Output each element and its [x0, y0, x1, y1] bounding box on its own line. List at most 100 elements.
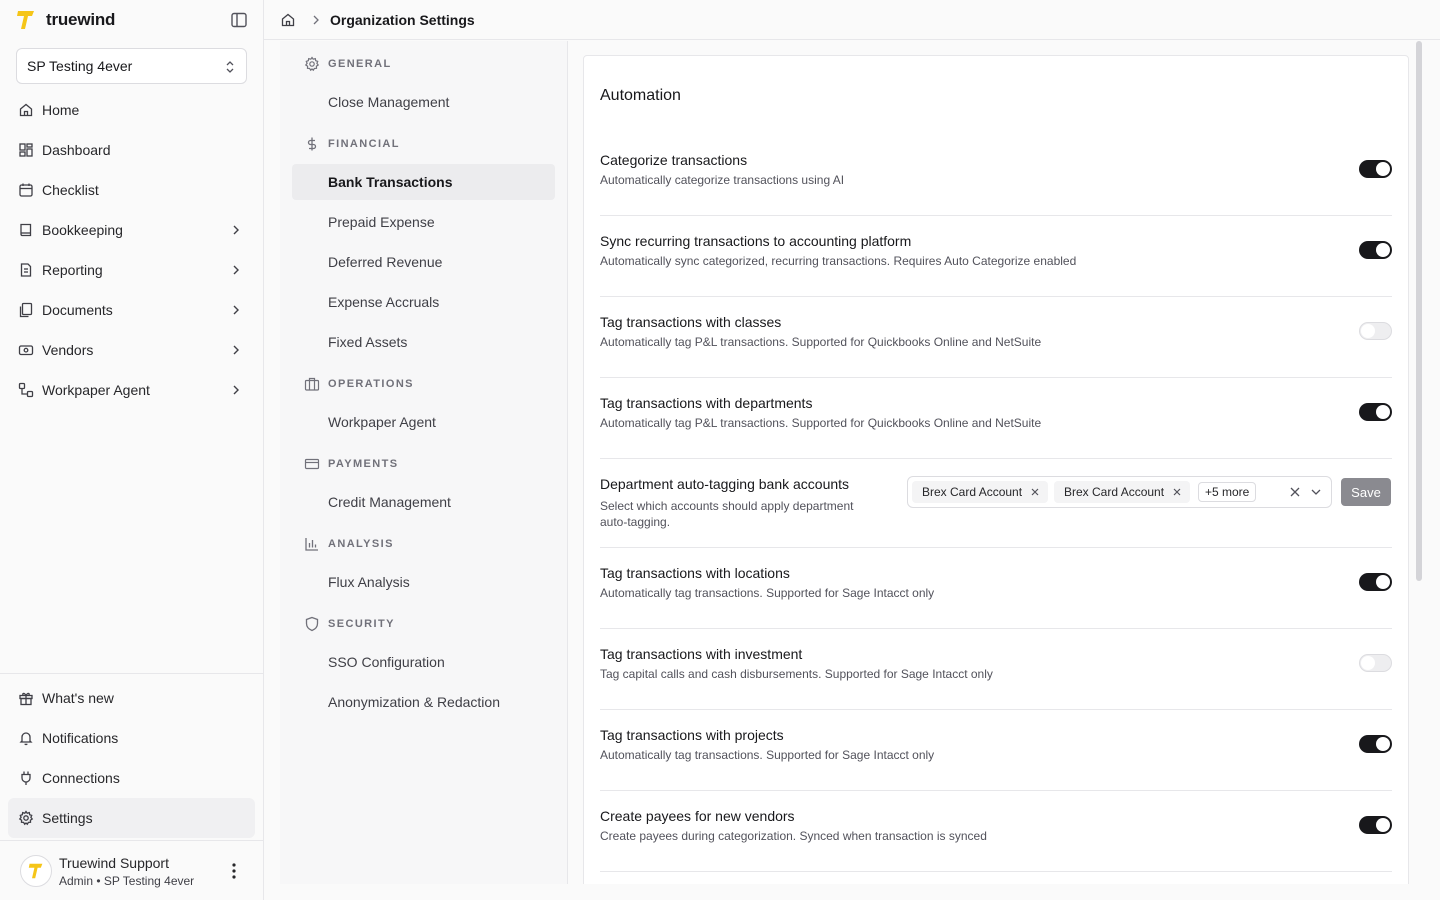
- setting-row: Tag transactions with departments Automa…: [600, 378, 1392, 459]
- chevron-down-icon[interactable]: [1310, 486, 1322, 498]
- sidebar-item-label: Bookkeeping: [42, 222, 123, 238]
- tag-projects-toggle[interactable]: [1359, 735, 1392, 753]
- settings-nav-label: Prepaid Expense: [328, 214, 435, 230]
- bank-accounts-multiselect[interactable]: Brex Card Account Brex Card Account +5 m…: [907, 476, 1332, 508]
- setting-title: Create payees for new vendors: [600, 808, 795, 824]
- setting-description: Automatically tag transactions. Supporte…: [600, 748, 935, 762]
- chevron-right-icon: [233, 305, 239, 315]
- sidebar-item-label: Settings: [42, 810, 93, 826]
- sidebar-item-label: Home: [42, 102, 80, 118]
- sidebar-item-whats-new[interactable]: What's new: [8, 678, 255, 718]
- main-nav: Home Dashboard Checklist Bookkeeping Rep…: [8, 90, 255, 410]
- setting-title: Tag transactions with departments: [600, 395, 813, 411]
- calendar-icon: [19, 183, 33, 197]
- home-icon: [19, 103, 33, 117]
- settings-nav-anonymization-redaction[interactable]: Anonymization & Redaction: [292, 684, 555, 720]
- tag-investment-toggle[interactable]: [1359, 654, 1392, 672]
- chip-label: Brex Card Account: [922, 485, 1023, 499]
- settings-nav-sso-configuration[interactable]: SSO Configuration: [292, 644, 555, 680]
- settings-nav-flux-analysis[interactable]: Flux Analysis: [292, 564, 555, 600]
- close-icon[interactable]: [1030, 487, 1040, 497]
- bell-icon: [19, 732, 33, 746]
- sidebar-item-label: What's new: [42, 690, 114, 706]
- sidebar-item-reporting[interactable]: Reporting: [8, 250, 255, 290]
- more-vertical-icon[interactable]: [226, 861, 242, 881]
- setting-title: Categorize transactions: [600, 152, 748, 168]
- sidebar-item-label: Dashboard: [42, 142, 111, 158]
- settings-nav-label: Fixed Assets: [328, 334, 408, 350]
- settings-nav-label: Deferred Revenue: [328, 254, 443, 270]
- save-button[interactable]: Save: [1341, 478, 1391, 506]
- card-title: Automation: [600, 87, 681, 104]
- settings-nav-close-management[interactable]: Close Management: [292, 84, 555, 120]
- truewind-logo-icon: [17, 11, 34, 29]
- sidebar-item-connections[interactable]: Connections: [8, 758, 255, 798]
- setting-row: Create payees for new vendors Create pay…: [600, 791, 1392, 872]
- dept-accounts-row: Department auto-tagging bank accounts Se…: [600, 459, 1392, 548]
- sidebar-item-home[interactable]: Home: [8, 90, 255, 130]
- settings-nav-bank-transactions[interactable]: Bank Transactions: [292, 164, 555, 200]
- setting-description: Select which accounts should apply depar…: [600, 499, 854, 513]
- section-title: OPERATIONS: [328, 378, 414, 390]
- settings-nav-prepaid-expense[interactable]: Prepaid Expense: [292, 204, 555, 240]
- setting-description: Automatically categorize transactions us…: [600, 173, 845, 187]
- chevron-right-icon: [313, 15, 319, 25]
- documents-icon: [19, 302, 33, 318]
- section-title: PAYMENTS: [328, 458, 399, 470]
- settings-nav: GENERAL Close Management FINANCIAL Bank …: [280, 41, 568, 884]
- setting-title: Tag transactions with locations: [600, 565, 790, 581]
- scrollbar[interactable]: [1416, 41, 1422, 581]
- settings-nav-deferred-revenue[interactable]: Deferred Revenue: [292, 244, 555, 280]
- settings-nav-fixed-assets[interactable]: Fixed Assets: [292, 324, 555, 360]
- home-icon[interactable]: [280, 12, 296, 28]
- chevron-right-icon: [233, 345, 239, 355]
- clear-icon[interactable]: [1290, 487, 1300, 497]
- setting-row: Tag transactions with projects Automatic…: [600, 710, 1392, 791]
- tag-classes-toggle[interactable]: [1359, 322, 1392, 340]
- sidebar-bottom: What's new Notifications Connections Set…: [0, 673, 263, 838]
- user-name: Truewind Support: [59, 855, 169, 871]
- sidebar-item-bookkeeping[interactable]: Bookkeeping: [8, 210, 255, 250]
- close-icon[interactable]: [1172, 487, 1182, 497]
- org-selector[interactable]: SP Testing 4ever: [16, 48, 247, 84]
- section-financial: FINANCIAL: [304, 135, 400, 153]
- sidebar-item-label: Reporting: [42, 262, 103, 278]
- brand[interactable]: truewind: [16, 8, 115, 32]
- sidebar-item-settings[interactable]: Settings: [8, 798, 255, 838]
- setting-row: Tag transactions with locations Automati…: [600, 548, 1392, 629]
- setting-description: Automatically tag transactions. Supporte…: [600, 586, 935, 600]
- setting-description: Automatically tag P&L transactions. Supp…: [600, 335, 1042, 349]
- settings-nav-expense-accruals[interactable]: Expense Accruals: [292, 284, 555, 320]
- sidebar-item-workpaper-agent[interactable]: Workpaper Agent: [8, 370, 255, 410]
- setting-row: Categorize transactions Automatically ca…: [600, 136, 1392, 216]
- tag-departments-toggle[interactable]: [1359, 403, 1392, 421]
- sidebar-item-vendors[interactable]: Vendors: [8, 330, 255, 370]
- report-icon: [20, 263, 32, 277]
- section-general: GENERAL: [304, 55, 392, 73]
- plug-icon: [21, 771, 31, 785]
- sidebar-item-dashboard[interactable]: Dashboard: [8, 130, 255, 170]
- sidebar-item-checklist[interactable]: Checklist: [8, 170, 255, 210]
- create-payees-toggle[interactable]: [1359, 816, 1392, 834]
- sidebar-toggle-icon[interactable]: [230, 11, 248, 29]
- chevrons-up-down-icon: [226, 61, 234, 73]
- settings-nav-credit-management[interactable]: Credit Management: [292, 484, 555, 520]
- sidebar-item-label: Workpaper Agent: [42, 382, 150, 398]
- org-selector-value: SP Testing 4ever: [27, 58, 133, 74]
- sidebar-item-label: Connections: [42, 770, 120, 786]
- dollar-icon: [307, 137, 317, 151]
- settings-nav-workpaper-agent[interactable]: Workpaper Agent: [292, 404, 555, 440]
- chevron-right-icon: [233, 385, 239, 395]
- user-profile[interactable]: Truewind Support Admin • SP Testing 4eve…: [0, 840, 263, 900]
- sidebar-item-documents[interactable]: Documents: [8, 290, 255, 330]
- categorize-transactions-toggle[interactable]: [1359, 160, 1392, 178]
- more-accounts-badge[interactable]: +5 more: [1198, 482, 1257, 502]
- section-title: FINANCIAL: [328, 138, 400, 150]
- sidebar-item-notifications[interactable]: Notifications: [8, 718, 255, 758]
- chevron-right-icon: [233, 265, 239, 275]
- gift-icon: [19, 692, 33, 706]
- sync-recurring-toggle[interactable]: [1359, 241, 1392, 259]
- automation-card: Automation Categorize transactions Autom…: [583, 55, 1409, 884]
- tag-locations-toggle[interactable]: [1359, 573, 1392, 591]
- setting-row: Sync recurring transactions to accountin…: [600, 216, 1392, 297]
